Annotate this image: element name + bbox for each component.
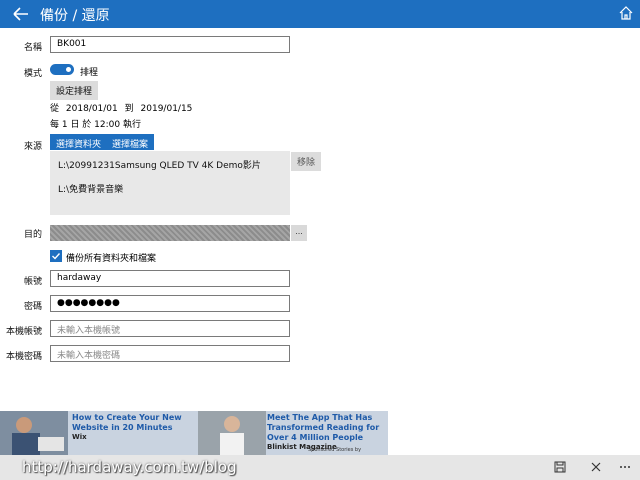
- local-password-label: 本機密碼: [5, 352, 42, 362]
- remove-button[interactable]: 移除: [291, 152, 322, 171]
- password-field[interactable]: ●●●●●●●●: [50, 295, 290, 312]
- mode-label: 模式: [23, 69, 42, 79]
- bottom-app-bar: http://hardaway.com.tw/blog: [0, 455, 640, 480]
- backup-all-label: 備份所有資料夾和檔案: [66, 254, 157, 264]
- choose-folder-button[interactable]: 選擇資料夾: [50, 134, 108, 150]
- date-end: 2019/01/15: [140, 104, 193, 114]
- watermark-url: http://hardaway.com.tw/blog: [22, 458, 237, 476]
- local-account-field[interactable]: 未輸入本機帳號: [50, 320, 290, 337]
- sponsored-label: Sponsored Stories by: [308, 447, 362, 453]
- run-frequency: 每 1 日 於 12:00 執行: [50, 120, 141, 130]
- password-label: 密碼: [23, 302, 42, 312]
- dest-field[interactable]: [50, 225, 290, 241]
- ad-thumbnail: [198, 411, 266, 455]
- arrow-left-icon[interactable]: [10, 4, 32, 24]
- source-list[interactable]: L:\20991231Samsung QLED TV 4K Demo影片 L:\…: [50, 151, 290, 215]
- ad-source: Wix: [72, 433, 87, 441]
- account-label: 帳號: [23, 277, 42, 287]
- schedule-toggle[interactable]: [50, 64, 74, 75]
- set-schedule-button[interactable]: 設定排程: [50, 81, 99, 100]
- close-icon[interactable]: [589, 460, 603, 474]
- name-field[interactable]: BK001: [50, 36, 290, 53]
- more-icon[interactable]: [618, 460, 632, 474]
- home-icon[interactable]: [618, 5, 634, 21]
- ad-banner[interactable]: How to Create Your New Website in 20 Min…: [0, 411, 388, 455]
- ad-item[interactable]: How to Create Your New Website in 20 Min…: [0, 411, 196, 455]
- date-range: 從 2018/01/01 到 2019/01/15: [50, 101, 192, 114]
- date-to-label: 到: [124, 104, 134, 114]
- ad-thumbnail: [0, 411, 68, 455]
- dest-label: 目的: [23, 230, 42, 240]
- source-item[interactable]: L:\免費背景音樂: [58, 182, 123, 195]
- source-label: 來源: [23, 142, 42, 152]
- source-item[interactable]: L:\20991231Samsung QLED TV 4K Demo影片: [58, 158, 261, 171]
- date-from-label: 從: [50, 104, 60, 114]
- title-bar: 備份 / 還原: [0, 0, 640, 28]
- date-start: 2018/01/01: [65, 104, 118, 114]
- schedule-toggle-label: 排程: [80, 68, 99, 78]
- checkmark-icon: [52, 253, 61, 260]
- page-title: 備份 / 還原: [40, 8, 110, 24]
- local-password-field[interactable]: 未輸入本機密碼: [50, 345, 290, 362]
- backup-all-checkbox[interactable]: [50, 250, 62, 262]
- save-icon[interactable]: [553, 460, 567, 474]
- local-account-label: 本機帳號: [5, 327, 42, 337]
- ad-headline[interactable]: Meet The App That Has Transformed Readin…: [267, 413, 387, 443]
- name-label: 名稱: [23, 43, 42, 53]
- account-field[interactable]: hardaway: [50, 270, 290, 287]
- ad-headline[interactable]: How to Create Your New Website in 20 Min…: [72, 413, 192, 433]
- choose-file-button[interactable]: 選擇檔案: [106, 134, 155, 150]
- dest-browse-button[interactable]: ...: [291, 225, 307, 241]
